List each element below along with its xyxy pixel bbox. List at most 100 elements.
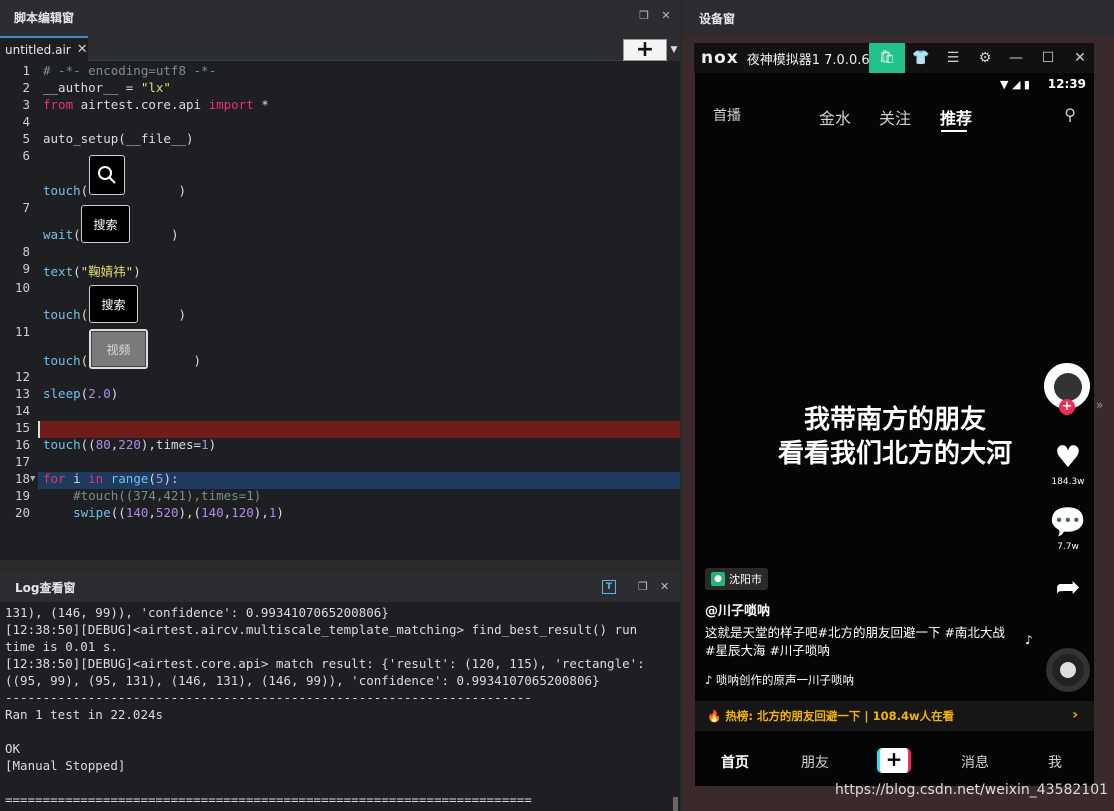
- line-number: 15: [14, 420, 30, 435]
- nav-friends[interactable]: 朋友: [801, 752, 829, 772]
- log-line: ----------------------------------------…: [5, 690, 532, 705]
- tab-live[interactable]: 首播: [713, 105, 741, 125]
- comment-button[interactable]: 💬 7.7w: [1043, 506, 1093, 553]
- code-line[interactable]: #touch((374,421),times=1): [43, 488, 261, 503]
- log-header: Log查看窗 T ❐ ✕: [0, 572, 680, 602]
- tab-indicator: [941, 130, 967, 132]
- log-line: 131), (146, 99)), 'confidence': 0.993410…: [5, 605, 389, 620]
- like-button[interactable]: ♥ 184.3w: [1043, 440, 1093, 488]
- line-number: 16: [14, 437, 30, 452]
- nav-me[interactable]: 我: [1048, 752, 1062, 772]
- share-button[interactable]: ➦: [1043, 571, 1093, 605]
- nox-title: 夜神模拟器1 7.0.0.6: [746, 52, 870, 68]
- log-line: ((95, 99), (95, 131), (146, 131), (146, …: [5, 673, 600, 688]
- device-header: 设备窗: [683, 0, 1114, 36]
- tab-follow[interactable]: 关注: [879, 105, 911, 129]
- log-line: [12:38:50][DEBUG]<airtest.aircv.multisca…: [5, 622, 638, 637]
- code-line[interactable]: from airtest.core.api import *: [43, 97, 269, 112]
- line-number: 5: [22, 131, 30, 146]
- expand-arrow-icon[interactable]: »: [1096, 398, 1103, 412]
- line-number: 20: [14, 505, 30, 520]
- log-title: Log查看窗: [15, 580, 76, 595]
- author-name[interactable]: @川子唢呐: [705, 600, 770, 619]
- line-number: 8: [22, 244, 30, 259]
- status-icons: ▼ ◢ ▮: [1000, 78, 1030, 91]
- search-icon: [98, 166, 116, 184]
- minimize-icon[interactable]: —: [1006, 48, 1026, 68]
- nox-logo: nox: [701, 48, 739, 68]
- restore-icon[interactable]: ❐: [638, 580, 648, 593]
- video-label: 视频: [91, 331, 146, 367]
- line-number: 12: [14, 369, 30, 384]
- watermark: https://blog.csdn.net/weixin_43582101: [835, 782, 1109, 798]
- tab-untitled[interactable]: untitled.air ✕: [0, 36, 88, 61]
- line-number: 3: [22, 97, 30, 112]
- fold-icon[interactable]: ▼: [30, 474, 35, 484]
- bottom-nav: 首页 朋友 + 消息 我: [695, 743, 1094, 783]
- tab-jinshui[interactable]: 金水: [819, 105, 851, 129]
- gear-icon[interactable]: ⚙: [975, 48, 995, 68]
- log-line: OK: [5, 741, 21, 756]
- code-line[interactable]: __author__ = "lx": [43, 80, 171, 95]
- template-image-search-1[interactable]: 搜索: [81, 205, 130, 243]
- music-label[interactable]: ♪ 唢呐创作的原声一川子唢呐: [705, 672, 854, 688]
- nox-titlebar: nox 夜神模拟器1 7.0.0.6 🛍 👕 ☰ ⚙ — ☐ ✕: [694, 43, 1094, 73]
- code-line[interactable]: sleep(2.0): [43, 386, 118, 401]
- code-line[interactable]: auto_setup(__file__): [43, 131, 194, 146]
- shop-icon[interactable]: 🛍: [869, 43, 905, 73]
- line-number: 13: [14, 386, 30, 401]
- nav-messages[interactable]: 消息: [961, 752, 989, 772]
- close-icon[interactable]: ✕: [1070, 48, 1090, 68]
- line-number: 2: [22, 80, 30, 95]
- search-icon[interactable]: ⚲: [1064, 105, 1076, 124]
- tab-close-icon[interactable]: ✕: [77, 42, 88, 57]
- line-number: 18: [14, 471, 30, 486]
- template-image-search-2[interactable]: 搜索: [89, 285, 138, 323]
- close-icon[interactable]: ✕: [660, 580, 669, 593]
- tab-label: untitled.air: [5, 42, 71, 57]
- phone-screen[interactable]: ▼ ◢ ▮ 12:39 首播 金水 关注 推荐 ⚲ 我带南方的朋友 看看我们北方…: [695, 73, 1094, 786]
- location-label: 沈阳市: [729, 573, 762, 586]
- log-line: [Manual Stopped]: [5, 758, 126, 773]
- video-description[interactable]: 这就是天堂的样子吧#北方的朋友回避一下 #南北大战 #星辰大海 #川子唢呐: [705, 624, 1005, 660]
- like-count: 184.3w: [1051, 477, 1085, 487]
- heart-icon: ♥: [1054, 440, 1082, 475]
- code-line[interactable]: swipe((140,520),(140,120),1): [43, 505, 284, 520]
- nav-home[interactable]: 首页: [721, 752, 749, 772]
- share-icon: ➦: [1055, 570, 1081, 605]
- code-line[interactable]: for i in range(5):: [43, 471, 179, 486]
- music-disc[interactable]: [1046, 648, 1090, 692]
- script-editor-pane: 脚本编辑窗 ❐ ✕ untitled.air ✕ + ▼ 1 # -*- enco…: [0, 0, 680, 560]
- line-number: 14: [14, 403, 30, 418]
- template-image-search-icon[interactable]: [89, 155, 125, 195]
- log-line: [12:38:50][DEBUG]<airtest.core.api> matc…: [5, 656, 645, 671]
- follow-plus-icon[interactable]: +: [1059, 399, 1075, 415]
- code-line[interactable]: touch((80,220),times=1): [43, 437, 216, 452]
- music-note-icon: ♪: [1025, 633, 1033, 647]
- create-button[interactable]: +: [877, 748, 911, 773]
- maximize-icon[interactable]: ☐: [1038, 48, 1058, 68]
- menu-icon[interactable]: ☰: [943, 48, 963, 68]
- editor-header: 脚本编辑窗 ❐ ✕: [0, 0, 680, 34]
- tab-recommend[interactable]: 推荐: [940, 105, 972, 129]
- code-line[interactable]: # -*- encoding=utf8 -*-: [43, 63, 216, 78]
- location-tag[interactable]: ● 沈阳市: [705, 568, 768, 590]
- chevron-down-icon[interactable]: ▼: [668, 39, 680, 61]
- line-number: 1: [22, 63, 30, 78]
- shirt-icon[interactable]: 👕: [911, 48, 931, 68]
- restore-icon[interactable]: ❐: [638, 10, 650, 22]
- log-output[interactable]: 131), (146, 99)), 'confidence': 0.993410…: [5, 604, 670, 808]
- status-time: 12:39: [1047, 77, 1086, 91]
- filter-icon[interactable]: T: [602, 580, 616, 594]
- chevron-right-icon: ›: [1072, 707, 1078, 723]
- close-icon[interactable]: ✕: [660, 10, 672, 22]
- log-scrollbar[interactable]: [673, 797, 678, 811]
- line-number: 17: [14, 454, 30, 469]
- new-script-button[interactable]: +: [623, 39, 667, 61]
- template-image-video[interactable]: 视频: [89, 329, 148, 369]
- line-number: 6: [22, 148, 30, 163]
- code-line[interactable]: text("鞠婧祎"): [43, 261, 141, 280]
- breakpoint-line-highlight: [38, 421, 680, 438]
- hot-list-bar[interactable]: 🔥 热榜: 北方的朋友回避一下 | 108.4w人在看 ›: [695, 701, 1094, 731]
